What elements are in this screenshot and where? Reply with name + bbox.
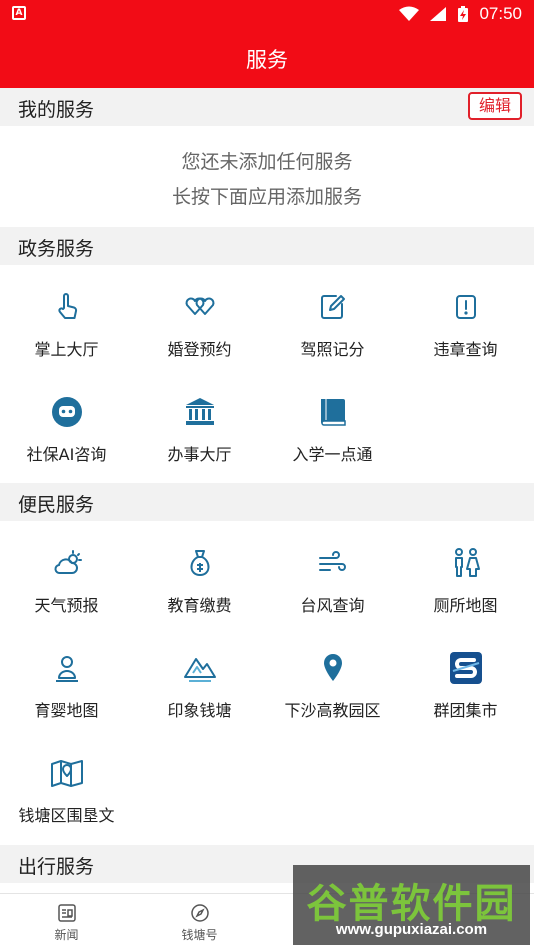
double-heart-icon — [185, 297, 214, 315]
bank-icon — [185, 398, 214, 425]
service-item-violation[interactable]: 违章查询 — [399, 290, 532, 360]
service-item-office-hall[interactable]: 办事大厅 — [133, 395, 266, 465]
page-title: 服务 — [246, 48, 288, 72]
service-item-hall[interactable]: 掌上大厅 — [0, 290, 133, 360]
service-label: 育婴地图 — [34, 701, 99, 720]
wifi-icon — [399, 6, 420, 21]
watermark-url: www.gupuxiazai.com — [335, 921, 488, 938]
edit-button[interactable]: 编辑 — [468, 92, 522, 120]
nav-item-news[interactable]: 新闻 — [0, 894, 133, 950]
service-item-impression[interactable]: 印象钱塘 — [133, 651, 266, 721]
my-services-header: 我的服务 编辑 — [0, 88, 534, 126]
service-label: 办事大厅 — [167, 445, 232, 464]
service-item-baby-map[interactable]: 育婴地图 — [0, 651, 133, 721]
section-title: 出行服务 — [18, 856, 95, 878]
section-title: 我的服务 — [18, 99, 95, 121]
nav-label: 新闻 — [54, 928, 79, 942]
service-label: 下沙高教园区 — [284, 701, 381, 720]
signal-icon — [430, 7, 447, 21]
status-bar: A 07:50 — [0, 0, 534, 28]
money-bag-icon — [190, 550, 209, 576]
service-item-license-points[interactable]: 驾照记分 — [266, 290, 399, 360]
clock: 07:50 — [479, 4, 522, 23]
service-item-weather[interactable]: 天气预报 — [0, 546, 133, 616]
empty-message-line2: 长按下面应用添加服务 — [171, 186, 362, 208]
title-bar: 服务 — [0, 28, 534, 88]
watermark-overlay: 谷普软件园 www.gupuxiazai.com — [293, 865, 530, 945]
service-label: 社保AI咨询 — [26, 445, 107, 464]
service-item-school-enroll[interactable]: 入学一点通 — [266, 395, 399, 465]
service-label: 天气预报 — [34, 596, 99, 615]
hand-pointer-icon — [57, 293, 77, 319]
restroom-icon — [454, 548, 480, 577]
compass-icon — [190, 904, 209, 922]
folded-map-icon — [50, 760, 83, 787]
service-label: 入学一点通 — [292, 445, 373, 464]
service-label: 钱塘区围垦文 — [18, 806, 115, 825]
service-label: 婚登预约 — [167, 340, 232, 359]
map-pin-icon — [323, 654, 342, 681]
section-title: 便民服务 — [18, 494, 95, 516]
civic-services-header: 便民服务 — [0, 483, 534, 521]
service-item-typhoon[interactable]: 台风查询 — [266, 546, 399, 616]
service-label: 印象钱塘 — [167, 701, 232, 720]
service-item-group-market[interactable]: 群团集市 — [399, 651, 532, 721]
service-item-social-ai[interactable]: 社保AI咨询 — [0, 395, 133, 465]
service-label: 驾照记分 — [300, 340, 365, 359]
notification-icon: A — [12, 6, 26, 20]
service-label: 教育缴费 — [167, 596, 232, 615]
empty-message-line1: 您还未添加任何服务 — [181, 151, 353, 173]
service-label: 违章查询 — [433, 340, 498, 359]
nav-label: 钱塘号 — [181, 928, 218, 942]
service-item-edu-fee[interactable]: 教育缴费 — [133, 546, 266, 616]
baby-location-icon — [55, 656, 78, 682]
section-title: 政务服务 — [18, 238, 95, 260]
gov-services-header: 政务服务 — [0, 227, 534, 265]
service-label: 掌上大厅 — [34, 340, 99, 359]
service-label: 台风查询 — [300, 596, 365, 615]
service-item-toilet-map[interactable]: 厕所地图 — [399, 546, 532, 616]
alert-card-icon — [455, 295, 476, 319]
service-item-reclamation-culture[interactable]: 钱塘区围垦文 — [0, 756, 133, 826]
edit-note-icon — [320, 295, 345, 319]
service-item-xiasha-campus[interactable]: 下沙高教园区 — [266, 651, 399, 721]
service-label: 群团集市 — [433, 701, 498, 720]
weather-icon — [54, 550, 82, 574]
book-icon — [320, 399, 346, 426]
robot-icon — [51, 397, 82, 427]
status-indicators: 07:50 — [399, 3, 522, 25]
nav-item-qiantang-hao[interactable]: 钱塘号 — [133, 894, 266, 950]
news-icon — [57, 904, 76, 922]
battery-icon — [458, 6, 469, 22]
s-logo-icon — [449, 652, 482, 684]
mountain-icon — [183, 658, 216, 682]
wind-icon — [318, 551, 346, 571]
service-item-marriage[interactable]: 婚登预约 — [133, 290, 266, 360]
service-label: 厕所地图 — [433, 596, 498, 615]
